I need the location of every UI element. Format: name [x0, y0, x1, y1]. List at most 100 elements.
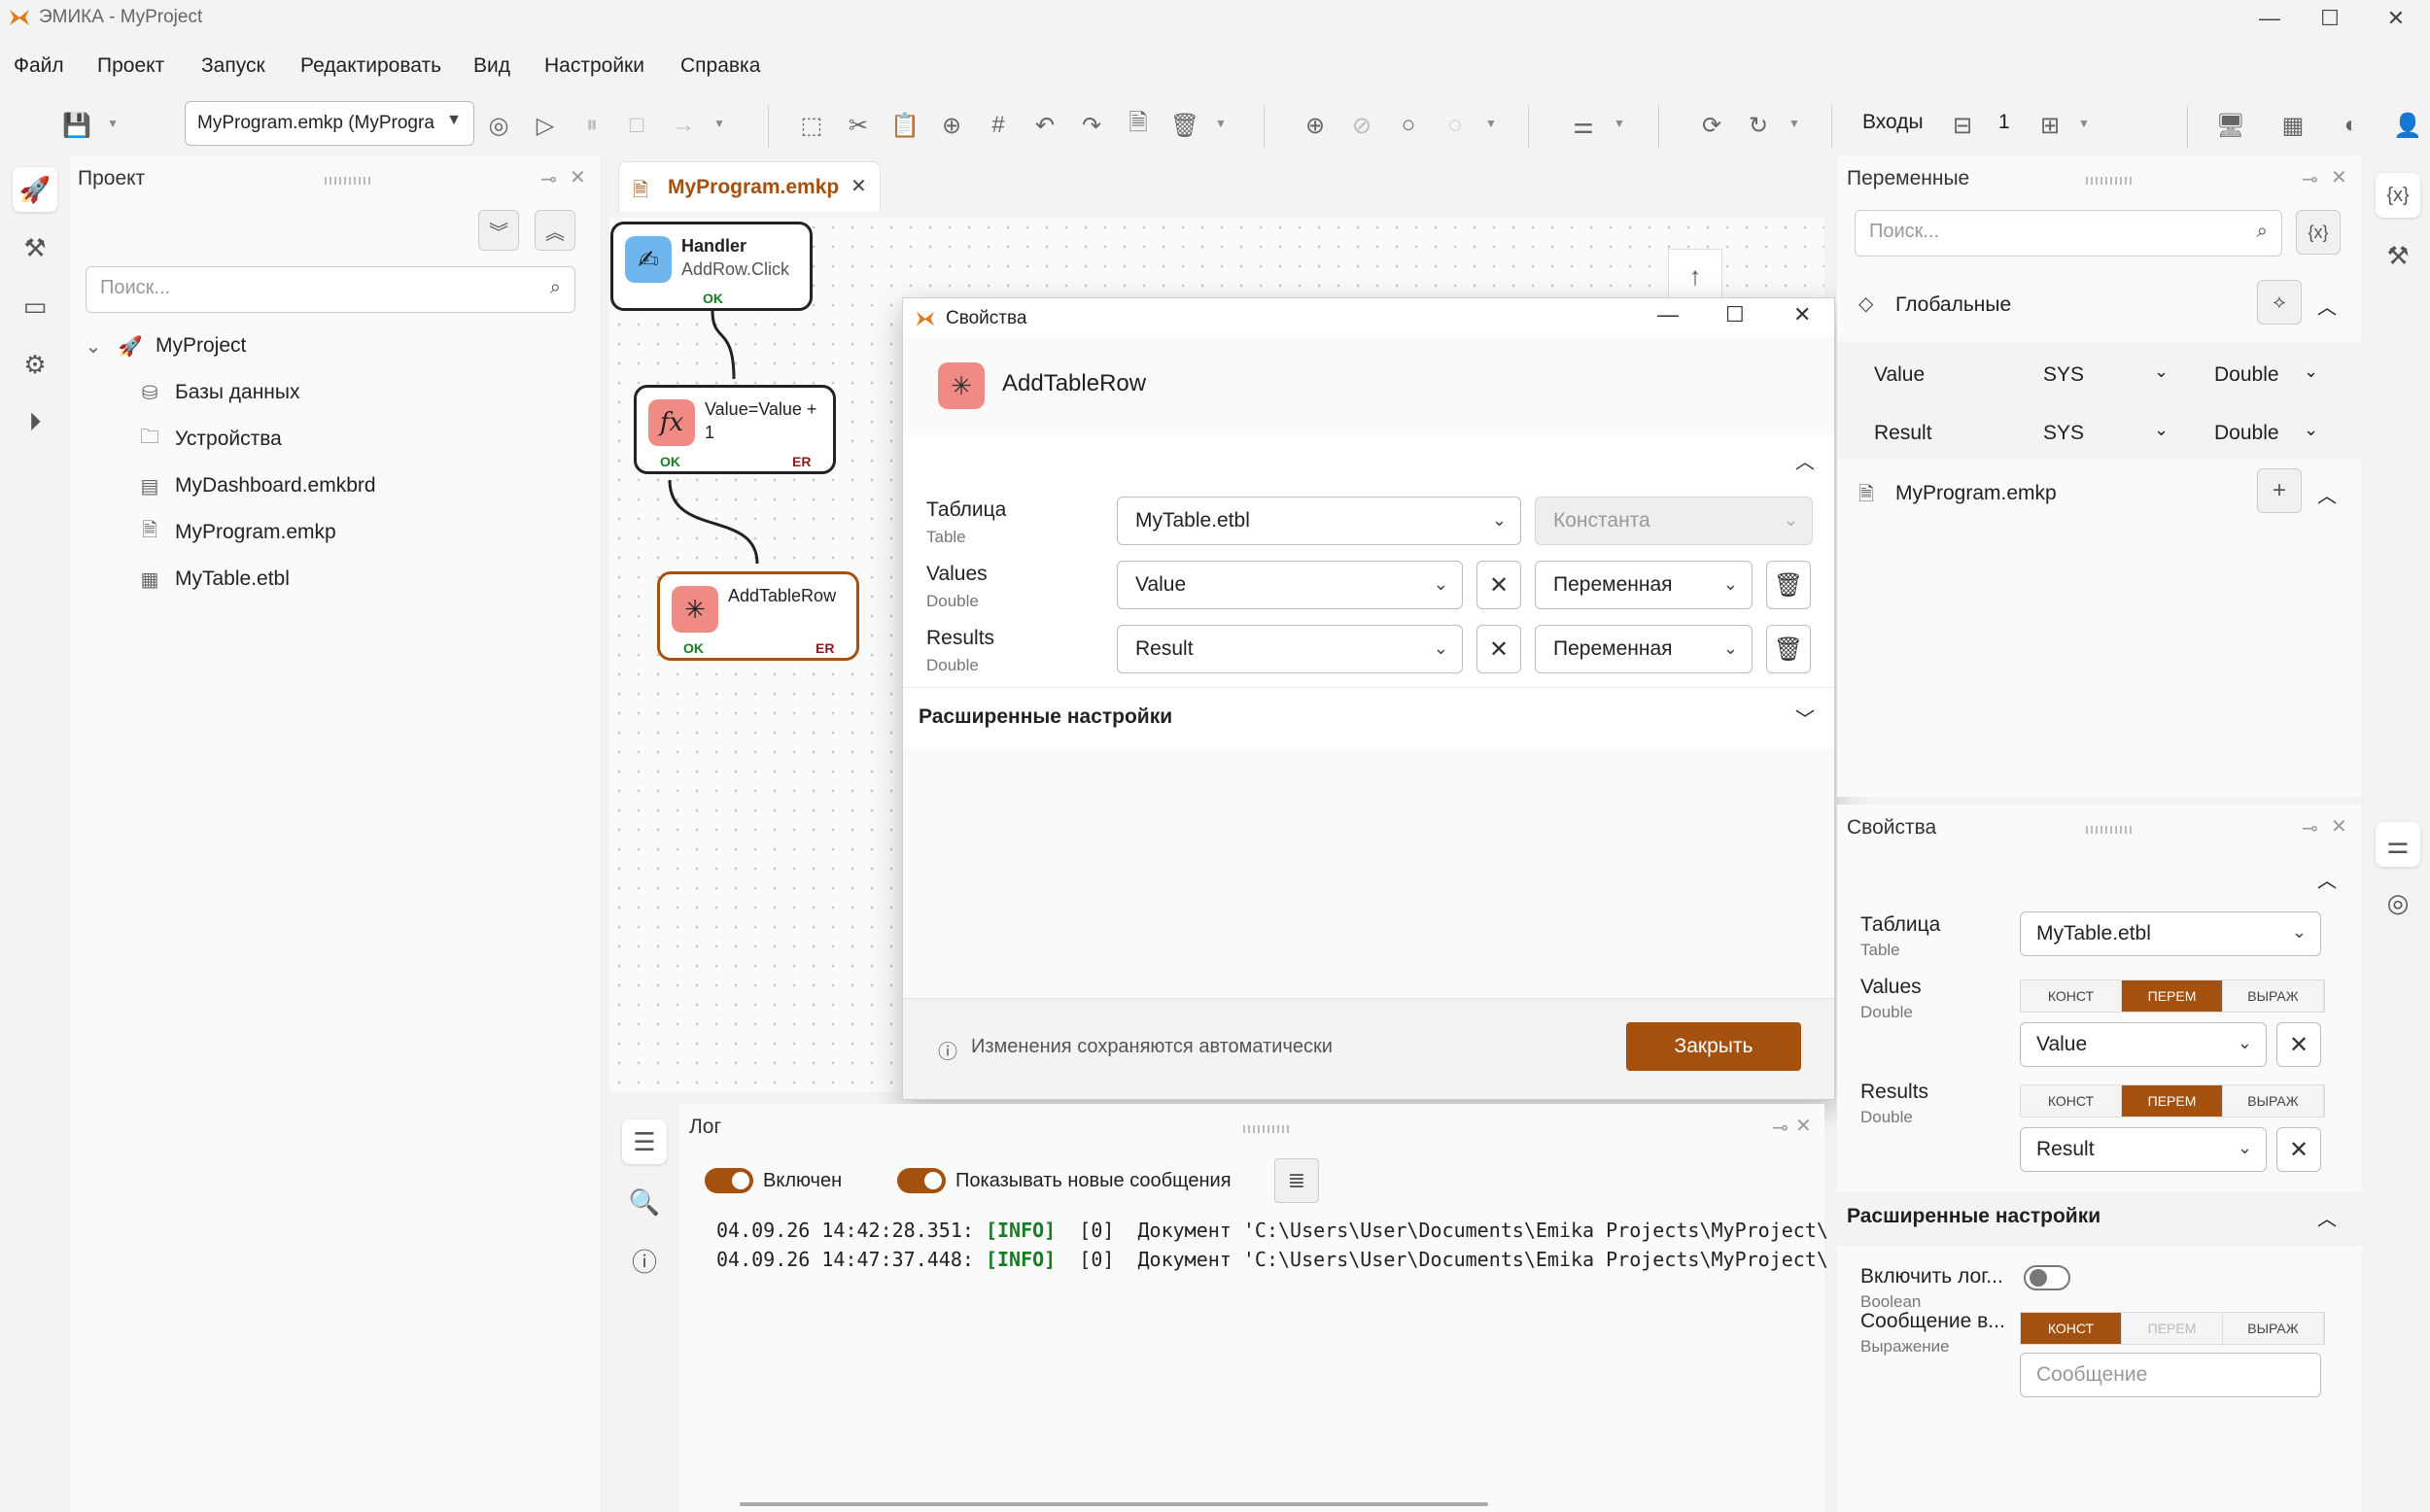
chevron-down-icon[interactable]: ▼	[1614, 117, 1625, 130]
var-type[interactable]: Double	[2214, 363, 2279, 387]
mode-const[interactable]: КОНСТ	[2021, 1085, 2122, 1117]
project-search-input[interactable]: Поиск... ⌕	[86, 266, 575, 313]
disable-breakpoint-icon[interactable]: ⊘	[1347, 111, 1376, 140]
mode-var[interactable]: ПЕРЕМ	[2122, 1313, 2223, 1344]
rail-tools-button[interactable]: ⚒	[2376, 233, 2420, 278]
paste-icon[interactable]: 📋	[890, 111, 920, 140]
close-tab-icon[interactable]: ✕	[850, 174, 867, 198]
port-ok[interactable]: OK	[703, 291, 723, 306]
clear-results-button[interactable]: ✕	[1476, 625, 1521, 673]
collapse-all-button[interactable]: ︽	[535, 210, 575, 251]
chevron-down-icon[interactable]: ⌄	[2154, 420, 2169, 440]
tree-item-dashboard[interactable]: ▤ MyDashboard.emkbrd	[138, 474, 376, 498]
rail-variables-button[interactable]: {x}	[2376, 173, 2420, 218]
log-list-button[interactable]: ☰	[622, 1119, 667, 1164]
tree-item-devices[interactable]: 🗀 Устройства	[138, 427, 282, 451]
debug-icon[interactable]: ◎	[484, 111, 513, 140]
maximize-button[interactable]: ☐	[2296, 0, 2364, 37]
mode-expr[interactable]: ВЫРАЖ	[2223, 980, 2324, 1012]
menu-project[interactable]: Проект	[97, 54, 164, 78]
undo-icon[interactable]: ↶	[1030, 111, 1059, 140]
close-window-button[interactable]: ✕	[2362, 0, 2430, 37]
grid-icon[interactable]: #	[984, 111, 1013, 140]
add-breakpoint-icon[interactable]: ⊕	[1301, 111, 1330, 140]
monitor-icon[interactable]: 🖥	[2216, 111, 2245, 140]
port-ok[interactable]: OK	[660, 454, 680, 469]
collapse-section-icon[interactable]: ︿	[1795, 446, 1815, 474]
var-scope[interactable]: SYS	[2043, 422, 2084, 445]
clear-prop-values-button[interactable]: ✕	[2276, 1022, 2321, 1067]
port-ok[interactable]: OK	[683, 640, 704, 656]
chevron-down-icon[interactable]: ⌄	[2304, 361, 2318, 382]
clear-log-button[interactable]: ≣	[1274, 1158, 1319, 1203]
add-page-icon[interactable]: ⊕	[937, 111, 966, 140]
chevron-down-icon[interactable]: ▼	[2078, 117, 2090, 130]
port-er[interactable]: ER	[792, 454, 811, 469]
node-handler[interactable]: ✍ Handler AddRow.Click OK	[610, 222, 813, 311]
prop-values-select[interactable]: Value ⌄	[2020, 1022, 2267, 1067]
redo-icon[interactable]: ↷	[1077, 111, 1106, 140]
menu-help[interactable]: Справка	[680, 54, 760, 78]
clear-values-button[interactable]: ✕	[1476, 561, 1521, 609]
rail-target-button[interactable]: ◎	[2376, 880, 2420, 925]
rail-properties-button[interactable]: ⚌	[2376, 822, 2420, 867]
pin-icon[interactable]: ⊸	[1772, 1116, 1788, 1140]
variables-search-input[interactable]: Поиск... ⌕	[1855, 210, 2282, 257]
show-new-toggle[interactable]	[897, 1168, 946, 1193]
variable-help-button[interactable]: {x}	[2296, 210, 2341, 255]
mode-const[interactable]: КОНСТ	[2021, 980, 2122, 1012]
cut-icon[interactable]: ✂	[844, 111, 873, 140]
menu-view[interactable]: Вид	[473, 54, 510, 78]
dialog-close-button[interactable]: ✕	[1793, 302, 1811, 327]
clear-prop-results-button[interactable]: ✕	[2276, 1127, 2321, 1172]
panel-grip[interactable]	[325, 177, 373, 185]
menu-settings[interactable]: Настройки	[544, 54, 644, 78]
mode-const[interactable]: КОНСТ	[2021, 1313, 2122, 1344]
close-dialog-button[interactable]: Закрыть	[1626, 1022, 1801, 1071]
select-icon[interactable]: ⬚	[797, 111, 826, 140]
pause-icon[interactable]: ⏸	[577, 111, 607, 140]
chevron-down-icon[interactable]: ⌄	[2154, 361, 2169, 382]
close-icon[interactable]: ✕	[1795, 1114, 1812, 1138]
collapse-icon[interactable]: ︿	[2317, 480, 2337, 508]
collapse-icon[interactable]: ︿	[2317, 865, 2337, 893]
calculator-icon[interactable]: ▦	[2278, 111, 2308, 140]
add-program-var-button[interactable]: +	[2257, 468, 2302, 513]
panel-grip[interactable]	[2086, 826, 2135, 834]
play-icon[interactable]: ▷	[531, 111, 560, 140]
log-search-button[interactable]: 🔍	[622, 1180, 667, 1224]
refresh-icon[interactable]: ⟳	[1697, 111, 1726, 140]
mode-expr[interactable]: ВЫРАЖ	[2223, 1313, 2324, 1344]
add-global-button[interactable]: ⟡	[2257, 280, 2302, 325]
values-mode-select[interactable]: Переменная ⌄	[1535, 561, 1753, 609]
rail-chip-button[interactable]: ⚙	[13, 342, 57, 387]
chevron-down-icon[interactable]: ▼	[107, 117, 119, 130]
results-select[interactable]: Result ⌄	[1117, 625, 1463, 673]
panel-grip[interactable]	[2086, 177, 2135, 185]
mode-expr[interactable]: ВЫРАЖ	[2223, 1085, 2324, 1117]
mode-var[interactable]: ПЕРЕМ	[2122, 980, 2223, 1012]
tree-item-databases[interactable]: ⛁ Базы данных	[138, 381, 300, 404]
prop-results-select[interactable]: Result ⌄	[2020, 1127, 2267, 1172]
collapse-icon[interactable]: ︿	[2317, 292, 2337, 320]
program-select[interactable]: MyProgram.emkp (MyProgra ▼	[185, 101, 474, 146]
contrast-icon[interactable]: ◐	[2337, 111, 2366, 140]
step-icon[interactable]: →	[669, 111, 698, 140]
log-horizontal-scrollbar[interactable]	[740, 1502, 1488, 1506]
enable-log-toggle[interactable]	[2024, 1265, 2070, 1290]
tab-myprogram[interactable]: 🗎 MyProgram.emkp ✕	[618, 161, 881, 212]
user-icon[interactable]: 👤	[2393, 111, 2422, 140]
prop-advanced-header[interactable]: Расширенные настройки ︿	[1837, 1191, 2362, 1246]
expand-all-button[interactable]: ︾	[478, 210, 519, 251]
menu-run[interactable]: Запуск	[201, 54, 265, 78]
close-icon[interactable]: ✕	[2331, 814, 2347, 839]
panel-grip[interactable]	[1243, 1125, 1292, 1133]
log-enabled-toggle[interactable]	[705, 1168, 753, 1193]
chevron-down-icon[interactable]: ⌄	[2304, 420, 2318, 440]
log-errors-button[interactable]: ⓘ	[622, 1238, 667, 1283]
menu-edit[interactable]: Редактировать	[300, 54, 441, 78]
pin-icon[interactable]: ⊸	[2302, 167, 2318, 191]
save-icon[interactable]: 💾	[62, 111, 91, 140]
scroll-top-button[interactable]: ↑	[1668, 249, 1722, 303]
rail-dashboard-button[interactable]: ▭	[13, 284, 57, 328]
